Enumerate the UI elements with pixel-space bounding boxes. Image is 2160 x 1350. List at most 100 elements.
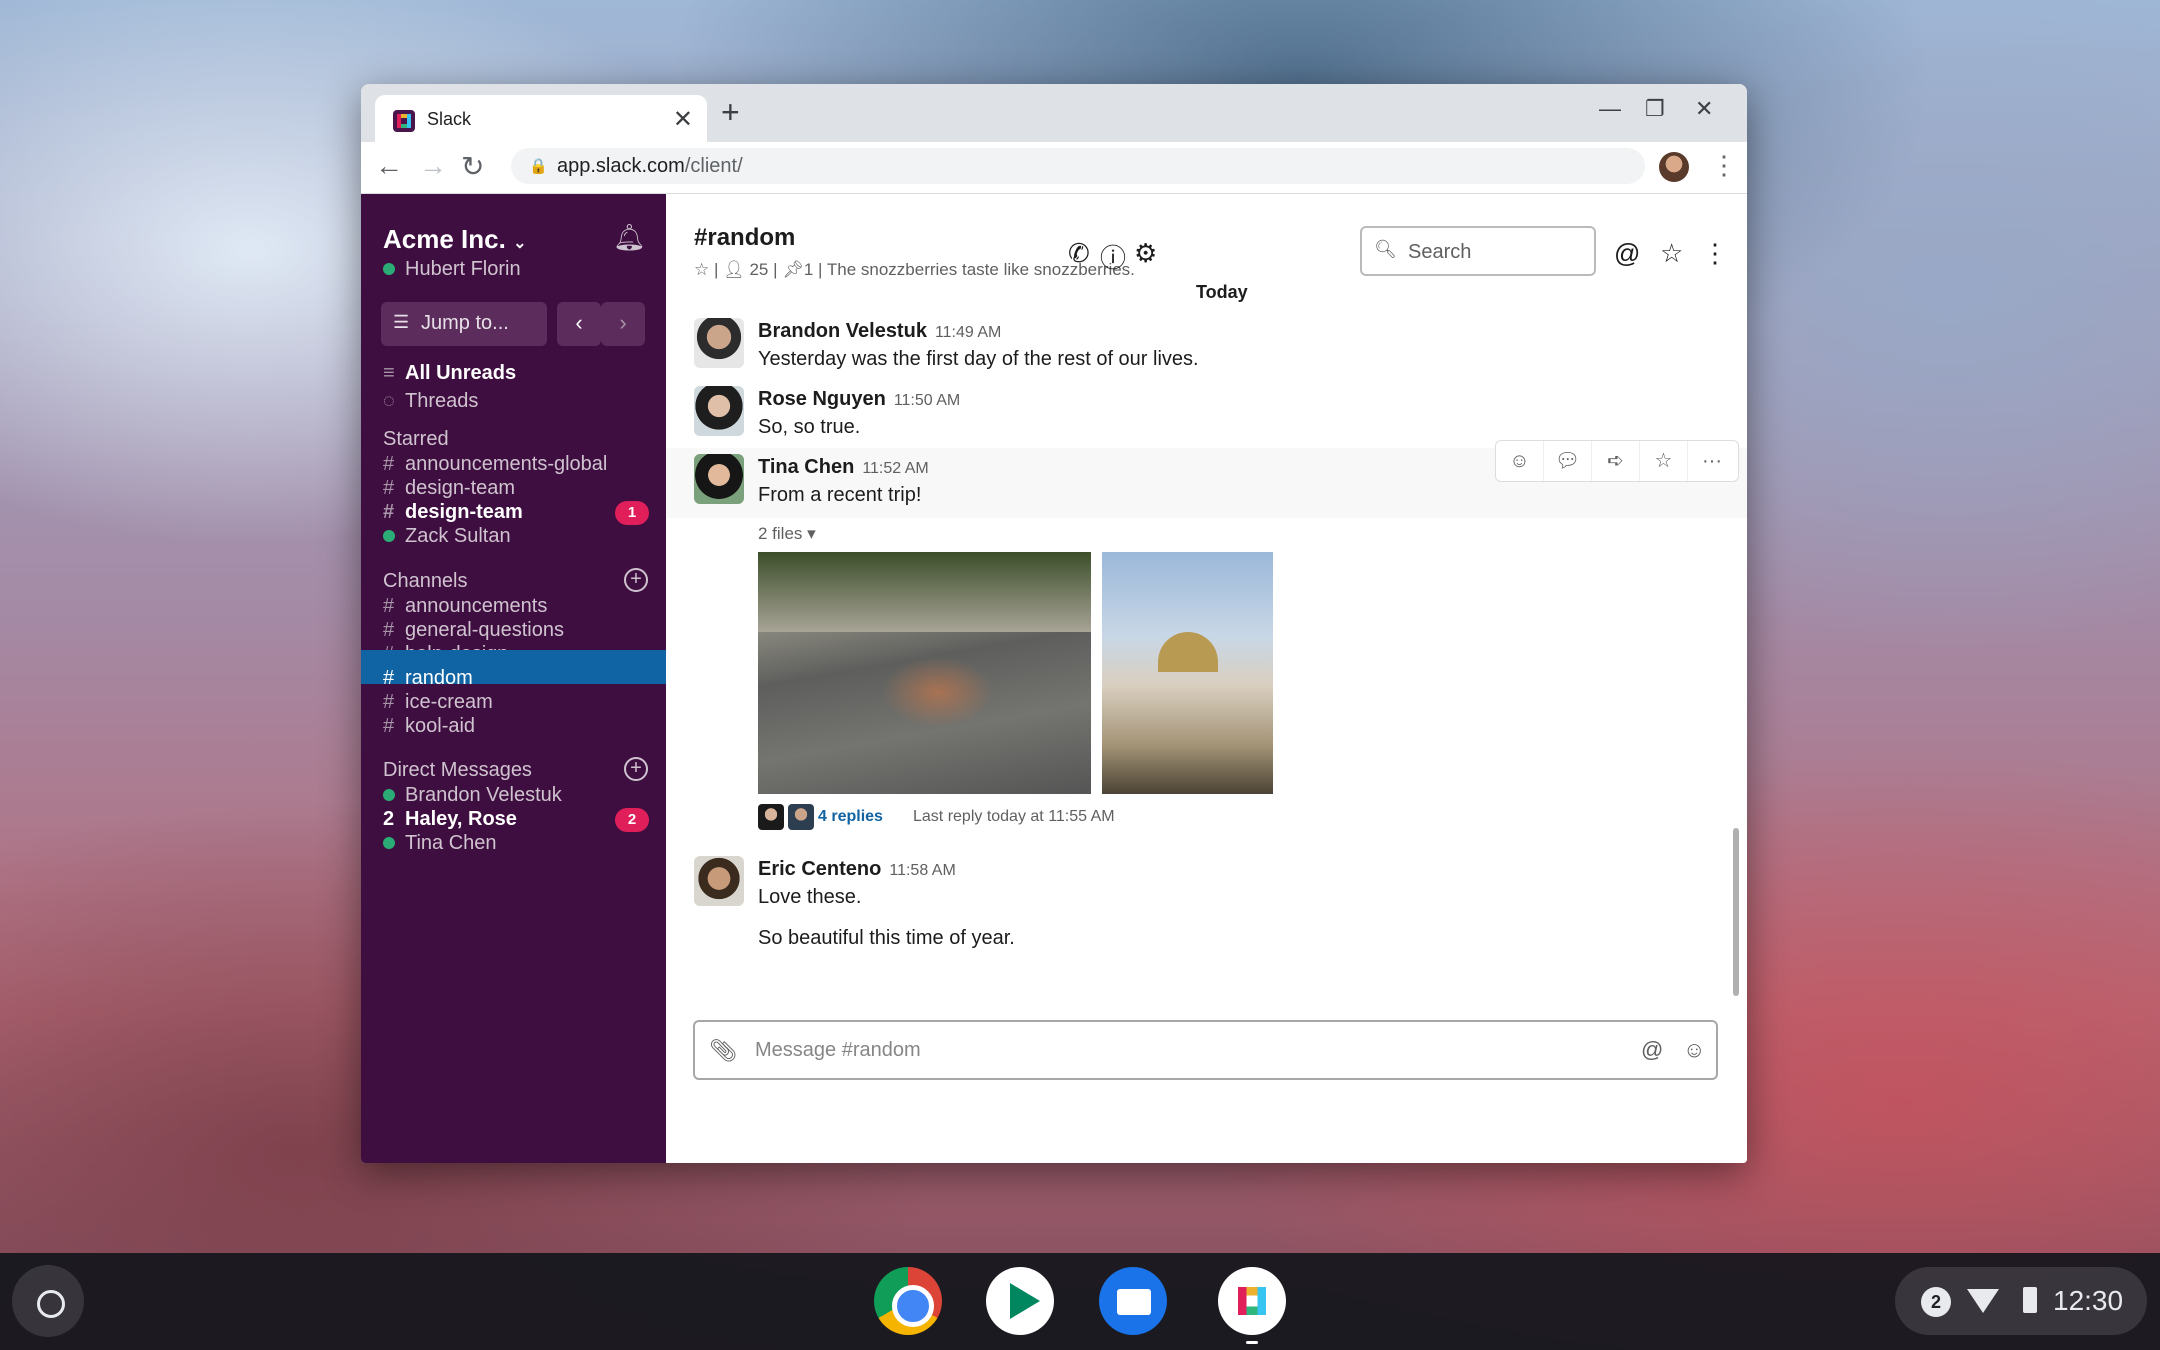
sidebar-item-ice-cream[interactable]: # ice-cream [383, 691, 493, 714]
message-text: So, so true. [758, 416, 861, 438]
address-bar[interactable]: 🔒 app.slack.com/client/ [511, 148, 1645, 184]
history-back-button[interactable]: ‹ [557, 302, 601, 346]
sidebar-item-kool-aid[interactable]: # kool-aid [383, 715, 475, 738]
files-toggle[interactable]: 2 files ▾ [758, 524, 816, 544]
reload-icon[interactable]: ↻ [461, 150, 484, 183]
reply-thread-icon[interactable]: 💬︎ [1544, 441, 1592, 481]
message-input[interactable]: Message #random [755, 1039, 921, 1062]
member-count[interactable]: 25 [749, 260, 768, 279]
wifi-icon [1967, 1289, 1999, 1313]
message-author[interactable]: Tina Chen [758, 456, 854, 478]
unread-badge: 2 [615, 808, 649, 832]
phone-icon[interactable]: ✆ [1068, 238, 1090, 269]
sidebar-item-zack-sultan[interactable]: Zack Sultan [383, 525, 511, 548]
status-tray[interactable]: 2 12:30 [1895, 1267, 2147, 1335]
image-attachment-building[interactable] [1102, 552, 1273, 794]
slack-favicon-icon [393, 110, 415, 132]
jump-to-button[interactable]: ☰ Jump to... [381, 302, 547, 346]
avatar[interactable] [694, 318, 744, 368]
starred-heading[interactable]: Starred [383, 428, 449, 451]
unreads-icon: ≡ [383, 362, 395, 384]
channel-title[interactable]: #random [694, 224, 795, 252]
sidebar-item-haley-rose[interactable]: 2 Haley, Rose [383, 808, 517, 831]
workspace-name[interactable]: Acme Inc. ⌄ [383, 224, 526, 255]
profile-avatar[interactable] [1659, 152, 1689, 182]
message-actions-toolbar: ☺ 💬︎ ➪ ☆ ··· [1495, 440, 1739, 482]
jump-icon: ☰ [393, 312, 410, 332]
channels-heading[interactable]: Channels [383, 570, 468, 593]
slack-app: Acme Inc. ⌄ Hubert Florin 🔔︎ ☰ Jump to...… [361, 194, 1747, 1163]
search-input[interactable]: 🔍︎ Search [1360, 226, 1596, 276]
browser-tab[interactable]: Slack ✕ [375, 95, 707, 142]
emoji-icon[interactable]: ☺ [1683, 1037, 1705, 1063]
scrollbar[interactable] [1733, 828, 1739, 996]
pin-icon[interactable]: 📌︎ [782, 260, 804, 279]
message-author[interactable]: Eric Centeno [758, 858, 881, 880]
sidebar-item-announcements[interactable]: # announcements [383, 595, 547, 618]
message-author[interactable]: Brandon Velestuk [758, 320, 927, 342]
attach-icon[interactable]: 📎︎ [709, 1038, 737, 1064]
restore-icon[interactable]: ❐ [1645, 96, 1665, 122]
sidebar-item-brandon-velestuk[interactable]: Brandon Velestuk [383, 784, 562, 807]
group-count-icon: 2 [383, 808, 395, 830]
url-text: app.slack.com/client/ [557, 155, 743, 177]
sidebar-item-announcements-global[interactable]: # announcements-global [383, 453, 607, 476]
message-time[interactable]: 11:49 AM [935, 324, 1001, 341]
close-window-icon[interactable]: ✕ [1695, 96, 1713, 122]
replies-link[interactable]: 4 replies [818, 808, 883, 826]
caret-down-icon: ▾ [807, 524, 816, 543]
message-author[interactable]: Rose Nguyen [758, 388, 886, 410]
chrome-icon[interactable] [874, 1267, 942, 1335]
more-actions-icon[interactable]: ··· [1688, 441, 1736, 481]
mentions-icon[interactable]: @ [1614, 238, 1640, 269]
star-channel-icon[interactable]: ☆ [694, 260, 709, 279]
sidebar-item-general-questions[interactable]: # general-questions [383, 619, 564, 642]
add-reaction-icon[interactable]: ☺ [1496, 441, 1544, 481]
sidebar-all-unreads[interactable]: ≡ All Unreads [383, 362, 516, 385]
os-shelf: 2 12:30 [0, 1253, 2160, 1350]
close-tab-icon[interactable]: ✕ [673, 105, 693, 134]
thread-replies[interactable]: 4 replies Last reply today at 11:55 AM [758, 804, 1358, 834]
history-forward-button[interactable]: › [601, 302, 645, 346]
avatar[interactable] [694, 386, 744, 436]
avatar[interactable] [694, 856, 744, 906]
clock: 12:30 [2053, 1285, 2124, 1316]
direct-messages-heading[interactable]: Direct Messages [383, 759, 532, 782]
sidebar-item-design-team-unread[interactable]: # design-team [383, 501, 523, 524]
add-channel-icon[interactable]: + [624, 568, 648, 592]
message-text: From a recent trip! [758, 484, 922, 506]
more-icon[interactable]: ⋮ [1702, 238, 1728, 269]
pin-count[interactable]: 1 [804, 260, 813, 279]
minimize-icon[interactable]: — [1599, 96, 1621, 122]
sidebar-item-design-team[interactable]: # design-team [383, 477, 515, 500]
message-composer[interactable]: 📎︎ Message #random @ ☺ [693, 1020, 1718, 1080]
star-message-icon[interactable]: ☆ [1640, 441, 1688, 481]
forward-icon[interactable]: → [419, 150, 447, 182]
sidebar: Acme Inc. ⌄ Hubert Florin 🔔︎ ☰ Jump to...… [361, 194, 666, 1163]
presence-icon [383, 837, 395, 849]
share-icon[interactable]: ➪ [1592, 441, 1640, 481]
image-attachment-leaves[interactable] [758, 552, 1091, 794]
starred-items-icon[interactable]: ☆ [1660, 238, 1683, 269]
sidebar-item-random[interactable]: # random [361, 650, 666, 689]
members-icon[interactable]: 👤︎ [723, 260, 745, 279]
notification-count[interactable]: 2 [1921, 1287, 1951, 1317]
files-app-icon[interactable] [1099, 1267, 1167, 1335]
play-store-icon[interactable] [986, 1267, 1054, 1335]
launcher-icon[interactable] [12, 1265, 84, 1337]
new-tab-button[interactable]: + [721, 96, 740, 128]
bell-icon[interactable]: 🔔︎ [613, 222, 646, 253]
slack-app-icon[interactable] [1218, 1267, 1286, 1335]
browser-menu-icon[interactable]: ⋮ [1711, 150, 1737, 181]
sidebar-item-tina-chen[interactable]: Tina Chen [383, 832, 497, 855]
message-time[interactable]: 11:58 AM [889, 862, 955, 879]
sidebar-threads[interactable]: ◌ Threads [383, 390, 478, 413]
gear-icon[interactable]: ⚙ [1134, 238, 1157, 269]
message-time[interactable]: 11:52 AM [862, 460, 928, 477]
message-time[interactable]: 11:50 AM [894, 392, 960, 409]
back-icon[interactable]: ← [375, 150, 403, 182]
mention-icon[interactable]: @ [1641, 1037, 1663, 1063]
avatar[interactable] [694, 454, 744, 504]
info-icon[interactable]: ⓘ [1100, 238, 1126, 275]
add-dm-icon[interactable]: + [624, 757, 648, 781]
